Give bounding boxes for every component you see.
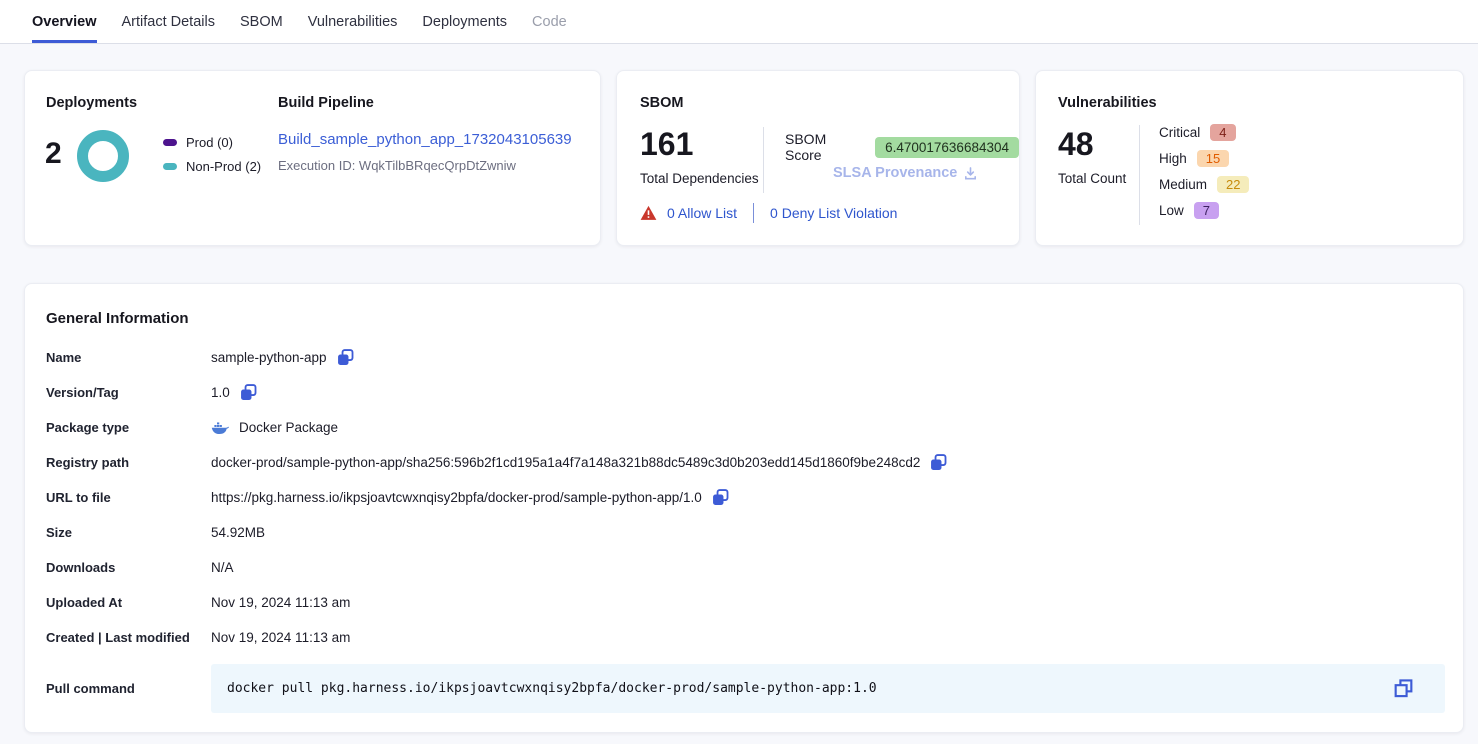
info-row-downloads: Downloads N/A [46,550,1445,585]
deployments-donut-chart [77,130,129,182]
name-label: Name [46,350,211,365]
url-value: https://pkg.harness.io/ikpsjoavtcwxnqisy… [211,490,702,505]
severity-row-critical: Critical 4 [1159,123,1249,142]
info-row-name: Name sample-python-app [46,340,1445,375]
pull-command-box: docker pull pkg.harness.io/ikpsjoavtcwxn… [211,664,1445,713]
vulnerabilities-total-count: 48 [1058,126,1094,163]
severity-row-medium: Medium 22 [1159,175,1249,194]
copy-icon[interactable] [337,349,354,366]
downloads-label: Downloads [46,560,211,575]
info-row-pull-command: Pull command docker pull pkg.harness.io/… [46,664,1445,713]
package-type-label: Package type [46,420,211,435]
sbom-total-dependencies-label: Total Dependencies [640,171,759,186]
vulnerabilities-title: Vulnerabilities [1058,95,1157,111]
uploaded-at-value: Nov 19, 2024 11:13 am [211,595,350,610]
pull-command-label: Pull command [46,681,211,696]
sbom-score-row: SBOM Score 6.470017636684304 [785,131,1019,163]
slsa-provenance-label: SLSA Provenance [833,165,957,181]
deployments-legend: Prod (0) Non-Prod (2) [163,135,261,174]
legend-item-nonprod: Non-Prod (2) [163,159,261,174]
vulnerabilities-divider [1139,125,1140,225]
high-label: High [1159,151,1187,166]
tab-bar: Overview Artifact Details SBOM Vulnerabi… [0,0,1478,44]
general-information-rows: Name sample-python-app Version/Tag 1.0 P… [46,340,1445,713]
pull-command-value: docker pull pkg.harness.io/ikpsjoavtcwxn… [227,681,877,696]
build-pipeline-title: Build Pipeline [278,95,374,111]
size-value: 54.92MB [211,525,265,540]
download-icon [963,166,978,181]
sbom-card: SBOM 161 Total Dependencies SBOM Score 6… [616,70,1020,246]
build-pipeline-link[interactable]: Build_sample_python_app_1732043105639 [278,131,572,148]
tab-vulnerabilities[interactable]: Vulnerabilities [308,0,398,43]
nonprod-label: Non-Prod (2) [186,159,261,174]
medium-label: Medium [1159,177,1207,192]
medium-count-badge: 22 [1217,176,1249,193]
info-row-registry-path: Registry path docker-prod/sample-python-… [46,445,1445,480]
tab-sbom[interactable]: SBOM [240,0,283,43]
info-row-package-type: Package type Docker Package [46,410,1445,445]
tab-artifact-details[interactable]: Artifact Details [122,0,215,43]
legend-item-prod: Prod (0) [163,135,261,150]
execution-id: Execution ID: WqkTilbBRqecQrpDtZwniw [278,158,516,173]
sbom-title: SBOM [640,95,684,111]
size-label: Size [46,525,211,540]
info-row-created-modified: Created | Last modified Nov 19, 2024 11:… [46,620,1445,655]
deployments-card: Deployments 2 Prod (0) Non-Prod (2) Buil… [24,70,601,246]
allow-list-link[interactable]: 0 Allow List [667,205,737,221]
tab-deployments[interactable]: Deployments [422,0,507,43]
deployments-title: Deployments [46,95,137,111]
uploaded-at-label: Uploaded At [46,595,211,610]
downloads-value: N/A [211,560,234,575]
vulnerabilities-total-label: Total Count [1058,171,1126,186]
info-row-size: Size 54.92MB [46,515,1445,550]
sbom-policy-row: 0 Allow List 0 Deny List Violation [640,203,897,223]
registry-path-label: Registry path [46,455,211,470]
high-count-badge: 15 [1197,150,1229,167]
url-label: URL to file [46,490,211,505]
info-row-url: URL to file https://pkg.harness.io/ikpsj… [46,480,1445,515]
deployments-total-count: 2 [45,137,62,171]
name-value: sample-python-app [211,350,327,365]
docker-icon [211,421,229,435]
vulnerabilities-card: Vulnerabilities 48 Total Count Critical … [1035,70,1464,246]
tab-overview[interactable]: Overview [32,0,97,43]
prod-color-swatch [163,139,177,146]
sbom-total-dependencies-count: 161 [640,126,693,163]
registry-path-value: docker-prod/sample-python-app/sha256:596… [211,455,920,470]
deny-list-link[interactable]: 0 Deny List Violation [770,205,897,221]
copy-icon[interactable] [712,489,729,506]
low-label: Low [1159,203,1184,218]
severity-row-low: Low 7 [1159,201,1249,220]
severity-row-high: High 15 [1159,149,1249,168]
severity-list: Critical 4 High 15 Medium 22 Low 7 [1159,123,1249,220]
sbom-score-label: SBOM Score [785,131,866,163]
low-count-badge: 7 [1194,202,1219,219]
critical-label: Critical [1159,125,1200,140]
nonprod-color-swatch [163,163,177,170]
info-row-version: Version/Tag 1.0 [46,375,1445,410]
allow-deny-divider [753,203,754,223]
slsa-provenance-button[interactable]: SLSA Provenance [833,165,978,181]
general-information-card: General Information Name sample-python-a… [24,283,1464,733]
package-type-value: Docker Package [239,420,338,435]
sbom-score-badge: 6.470017636684304 [875,137,1019,158]
copy-icon[interactable] [1394,679,1413,703]
tab-code: Code [532,0,567,43]
version-value: 1.0 [211,385,230,400]
critical-count-badge: 4 [1210,124,1235,141]
created-modified-label: Created | Last modified [46,630,211,645]
copy-icon[interactable] [930,454,947,471]
info-row-uploaded-at: Uploaded At Nov 19, 2024 11:13 am [46,585,1445,620]
copy-icon[interactable] [240,384,257,401]
created-modified-value: Nov 19, 2024 11:13 am [211,630,350,645]
version-label: Version/Tag [46,385,211,400]
sbom-divider [763,127,764,193]
prod-label: Prod (0) [186,135,233,150]
general-information-title: General Information [46,310,189,327]
warning-icon [640,205,657,221]
